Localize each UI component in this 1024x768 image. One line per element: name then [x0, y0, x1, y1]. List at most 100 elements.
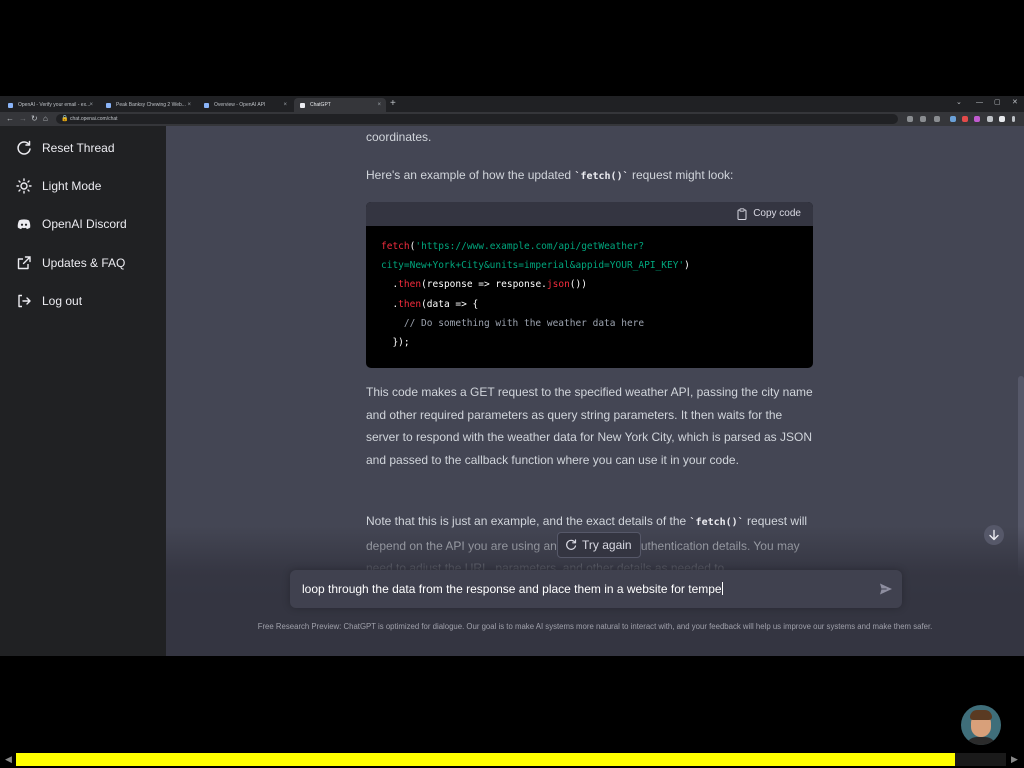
logout-icon: [18, 294, 31, 308]
webcam-avatar: [961, 705, 1001, 745]
chevron-down-icon[interactable]: ⌄: [956, 96, 962, 110]
sidebar-item-label: Light Mode: [42, 179, 102, 193]
favicon-icon: [204, 103, 209, 108]
reload-icon[interactable]: ↻: [31, 113, 38, 125]
try-again-button[interactable]: Try again: [557, 532, 641, 558]
chevron-right-icon[interactable]: ▶: [1011, 753, 1018, 766]
close-icon[interactable]: ×: [89, 98, 93, 112]
code-token: json: [546, 279, 570, 291]
inline-code: `fetch()`: [574, 171, 629, 182]
browser-toolbar: ← → ↻ ⌂ 🔒 chat.openai.com/chat: [0, 112, 1024, 126]
more-icon[interactable]: [1012, 116, 1015, 122]
sidebar: Reset Thread Light Mode OpenAI Discord U…: [0, 126, 166, 656]
code-token: city=New+York+City&units=imperial&appid=…: [381, 260, 685, 272]
extension-icon[interactable]: [950, 116, 956, 122]
discord-icon: [17, 219, 31, 230]
code-block: Copy code fetch('https://www.example.com…: [366, 202, 813, 368]
refresh-icon: [566, 539, 577, 550]
code-token: .: [381, 298, 399, 310]
favicon-icon: [300, 103, 305, 108]
tab-label: ChatGPT: [310, 102, 331, 108]
sidebar-item-log-out[interactable]: Log out: [0, 286, 166, 316]
code-token: then: [398, 279, 422, 291]
message-text: coordinates.: [366, 130, 432, 144]
sidebar-item-updates-faq[interactable]: Updates & FAQ: [0, 248, 166, 278]
browser-tab[interactable]: Peak Banksy Chewing 2 Web... ×: [100, 98, 196, 112]
search-icon[interactable]: [907, 116, 913, 122]
minimize-icon[interactable]: —: [976, 96, 983, 110]
webcam-hair: [970, 710, 992, 720]
home-icon[interactable]: ⌂: [43, 113, 48, 125]
address-bar-url: chat.openai.com/chat: [70, 116, 118, 122]
message-text: Here's an example of how the updated `fe…: [366, 164, 816, 189]
code-line: .then(response => response.json()): [381, 278, 587, 292]
code-line: .then(data => {: [381, 298, 478, 312]
sidebar-item-light-mode[interactable]: Light Mode: [0, 171, 166, 201]
close-icon[interactable]: ×: [283, 98, 287, 112]
plus-icon[interactable]: +: [390, 97, 396, 111]
extension-icon[interactable]: [962, 116, 968, 122]
code-line: fetch('https://www.example.com/api/getWe…: [381, 240, 644, 254]
code-line: city=New+York+City&units=imperial&appid=…: [381, 259, 690, 273]
code-line: // Do something with the weather data he…: [381, 317, 644, 331]
forward-icon[interactable]: →: [19, 113, 27, 125]
code-token: (data => {: [421, 298, 479, 310]
tab-label: Peak Banksy Chewing 2 Web...: [116, 102, 186, 108]
arrow-down-icon: [989, 529, 999, 541]
copy-code-label: Copy code: [753, 208, 801, 219]
puzzle-icon[interactable]: [987, 116, 993, 122]
favicon-icon: [8, 103, 13, 108]
back-icon[interactable]: ←: [6, 113, 14, 125]
sun-icon: [16, 178, 32, 194]
text-span: Here's an example of how the updated: [366, 168, 575, 182]
video-progress-fill: [16, 753, 955, 766]
code-token: 'https://www.example.com/api/getWeather?: [415, 241, 645, 252]
lock-icon: 🔒: [61, 116, 69, 122]
code-block-header: Copy code: [366, 202, 813, 226]
message-input-text[interactable]: loop through the data from the response …: [302, 581, 723, 597]
browser-tab-active[interactable]: ChatGPT ×: [294, 98, 386, 112]
tab-label: Overview - OpenAI API: [214, 102, 266, 108]
browser-tab[interactable]: OpenAI - Verify your email - ex... ×: [2, 98, 98, 112]
screen-recording: OpenAI - Verify your email - ex... × Peak…: [0, 96, 1024, 656]
sidebar-item-reset-thread[interactable]: Reset Thread: [0, 133, 166, 163]
sidebar-item-label: Log out: [42, 294, 83, 308]
address-bar[interactable]: 🔒 chat.openai.com/chat: [56, 114, 898, 124]
code-line: });: [381, 336, 410, 350]
browser-tab[interactable]: Overview - OpenAI API ×: [198, 98, 292, 112]
sidebar-item-label: OpenAI Discord: [42, 217, 127, 231]
chevron-left-icon[interactable]: ◀: [5, 753, 12, 766]
webcam-body: [965, 737, 997, 745]
code-token: ()): [569, 279, 587, 291]
close-icon[interactable]: ×: [377, 98, 381, 112]
text-caret: [721, 582, 723, 595]
code-token: fetch: [381, 241, 410, 252]
code-token: ): [684, 260, 690, 272]
sidebar-item-openai-discord[interactable]: OpenAI Discord: [0, 209, 166, 239]
browser-tabstrip: OpenAI - Verify your email - ex... × Peak…: [0, 96, 1024, 112]
maximize-icon[interactable]: ▢: [994, 96, 1001, 110]
clipboard-icon: [737, 208, 747, 220]
sidebar-toggle-icon[interactable]: [999, 116, 1005, 122]
code-token: // Do something with the weather data he…: [381, 317, 645, 329]
close-icon[interactable]: ×: [187, 98, 191, 112]
scroll-to-bottom-button[interactable]: [984, 525, 1004, 545]
sidebar-item-label: Reset Thread: [42, 141, 115, 155]
message-text: This code makes a GET request to the spe…: [366, 385, 813, 467]
send-icon[interactable]: [878, 581, 894, 597]
sidebar-item-label: Updates & FAQ: [42, 256, 126, 270]
video-progress-bar[interactable]: [16, 753, 1006, 766]
message-input[interactable]: loop through the data from the response …: [290, 570, 902, 608]
close-icon[interactable]: ✕: [1012, 96, 1018, 110]
disclaimer-text: Free Research Preview: ChatGPT is optimi…: [257, 622, 933, 631]
code-token: });: [381, 337, 410, 348]
copy-code-button[interactable]: Copy code: [735, 206, 801, 222]
extension-icon[interactable]: [974, 116, 980, 122]
code-token: (response => response.: [421, 279, 547, 291]
share-icon[interactable]: [920, 116, 926, 122]
refresh-icon: [17, 140, 31, 155]
star-icon[interactable]: [934, 116, 940, 122]
try-again-label: Try again: [582, 538, 632, 552]
chat-main: coordinates. Here's an example of how th…: [166, 126, 1024, 656]
external-link-icon: [17, 256, 31, 270]
